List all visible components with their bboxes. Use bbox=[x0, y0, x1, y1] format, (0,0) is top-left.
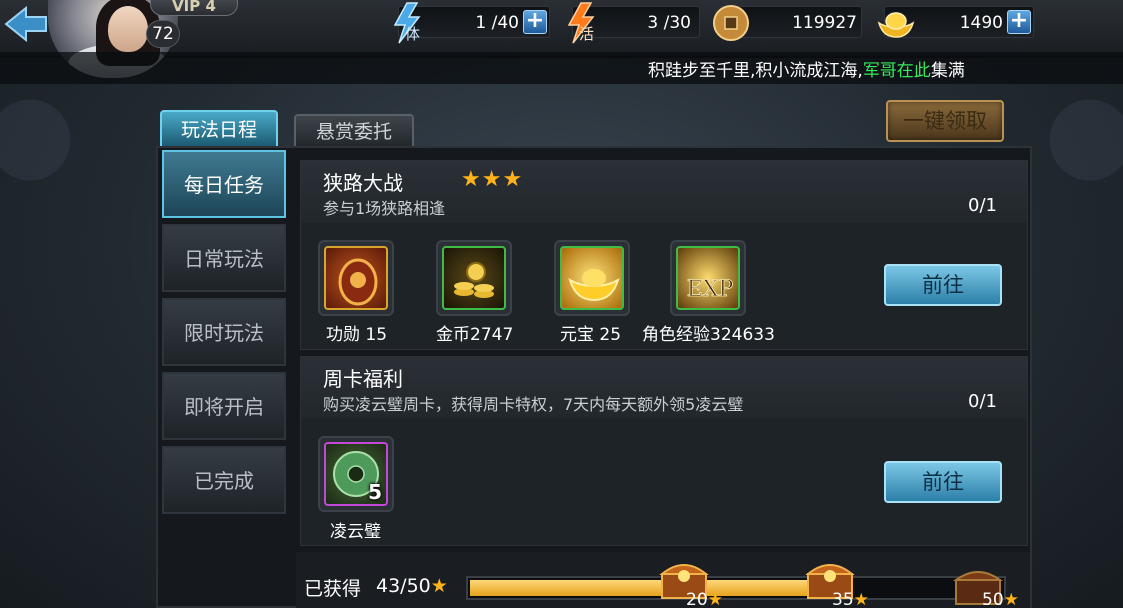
reward-label: 角色经验324633 bbox=[642, 325, 775, 345]
tab-schedule[interactable]: 玩法日程 bbox=[160, 110, 278, 148]
coin-resource: 119927 bbox=[713, 5, 862, 41]
task-card: 周卡福利 购买凌云璧周卡，获得周卡特权，7天内每天额外领5凌云璧 0/1 bbox=[300, 356, 1028, 546]
svg-text:活: 活 bbox=[579, 25, 594, 43]
energy-resource: 体 1 /40 + bbox=[393, 2, 550, 44]
sidebar-item-coming-soon[interactable]: 即将开启 bbox=[162, 372, 286, 440]
exp-icon: EXP bbox=[686, 277, 734, 303]
sidebar-item-completed[interactable]: 已完成 bbox=[162, 446, 286, 514]
claim-all-button[interactable]: 一键领取 bbox=[886, 100, 1004, 142]
task-progress: 0/1 bbox=[968, 391, 997, 412]
earned-value: 43/50★ bbox=[376, 575, 448, 597]
back-button[interactable] bbox=[0, 2, 52, 46]
reward-label: 金币2747 bbox=[436, 325, 514, 345]
merit-token-icon bbox=[338, 258, 378, 306]
go-button[interactable]: 前往 bbox=[884, 461, 1002, 503]
gold-resource: 1490 + bbox=[877, 6, 1034, 38]
gold-value: 1490 bbox=[959, 13, 1003, 33]
reward-item[interactable] bbox=[318, 240, 394, 316]
lightning-icon: 活 bbox=[567, 2, 595, 44]
star-icon: ★ bbox=[430, 575, 448, 597]
task-title: 周卡福利 bbox=[323, 367, 403, 391]
top-bar: VIP 4 72 体 1 /40 + 活 3 /30 119927 1490 + bbox=[0, 0, 1123, 78]
svg-text:体: 体 bbox=[405, 25, 420, 43]
vip-badge[interactable]: VIP 4 bbox=[150, 0, 238, 16]
task-progress: 0/1 bbox=[968, 195, 997, 216]
star-rating: ★★★ bbox=[461, 167, 524, 192]
task-description: 购买凌云璧周卡，获得周卡特权，7天内每天额外领5凌云璧 bbox=[323, 395, 744, 414]
task-title: 狭路大战 bbox=[323, 171, 403, 195]
tab-bounty[interactable]: 悬赏委托 bbox=[294, 114, 414, 148]
activity-progress-track bbox=[466, 576, 1006, 600]
earned-label: 已获得 bbox=[304, 578, 362, 600]
add-gold-button[interactable]: + bbox=[1007, 10, 1031, 34]
gold-ingot-icon bbox=[877, 12, 915, 38]
reward-label: 凌云璧 bbox=[330, 522, 381, 542]
energy-value: 1 /40 bbox=[475, 13, 519, 33]
gold-coins-icon bbox=[454, 262, 494, 298]
reward-item[interactable] bbox=[436, 240, 512, 316]
back-arrow-icon bbox=[4, 5, 47, 43]
reward-item[interactable]: EXP bbox=[670, 240, 746, 316]
ingot-icon bbox=[568, 269, 620, 302]
copper-coin-icon bbox=[713, 5, 749, 41]
sidebar-item-limited-play[interactable]: 限时玩法 bbox=[162, 298, 286, 366]
sidebar-item-daily-tasks[interactable]: 每日任务 bbox=[162, 150, 286, 218]
milestone-label: 35★ bbox=[832, 590, 869, 608]
reward-item[interactable]: 5 bbox=[318, 436, 394, 512]
sidebar-item-routine-play[interactable]: 日常玩法 bbox=[162, 224, 286, 292]
vigor-value: 3 /30 bbox=[647, 13, 691, 33]
reward-item[interactable] bbox=[554, 240, 630, 316]
activity-progress-fill bbox=[470, 580, 827, 596]
add-energy-button[interactable]: + bbox=[523, 10, 547, 34]
vigor-resource: 活 3 /30 bbox=[567, 2, 700, 44]
player-level: 72 bbox=[146, 20, 180, 48]
item-count: 5 bbox=[368, 480, 382, 504]
reward-label: 功勋 15 bbox=[326, 325, 388, 345]
milestone-label: 20★ bbox=[686, 590, 723, 608]
go-button[interactable]: 前往 bbox=[884, 264, 1002, 306]
reward-label: 元宝 25 bbox=[560, 325, 622, 345]
task-description: 参与1场狭路相逢 bbox=[323, 199, 446, 218]
announcement-bar: 积跬步至千里,积小流成江海,军哥在此集满 bbox=[0, 52, 1123, 84]
milestone-label: 50★ bbox=[982, 590, 1019, 608]
lightning-icon: 体 bbox=[393, 2, 421, 44]
coin-value: 119927 bbox=[792, 13, 857, 33]
announcement-text: 积跬步至千里,积小流成江海,军哥在此集满 bbox=[648, 61, 965, 81]
svg-text:EXP: EXP bbox=[687, 277, 734, 302]
